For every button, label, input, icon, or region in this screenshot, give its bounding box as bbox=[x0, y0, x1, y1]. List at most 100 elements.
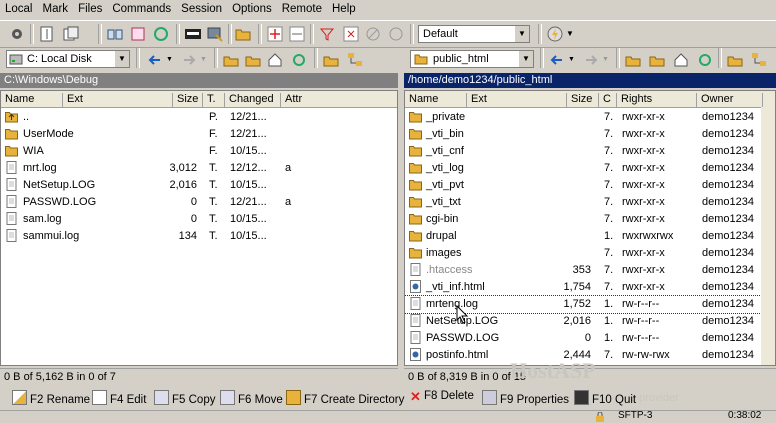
left-file-row[interactable]: NetSetup.LOG 2,016 T. 10/15... bbox=[1, 177, 397, 194]
quit-icon bbox=[574, 390, 589, 405]
f9-properties-button[interactable]: F9 Properties bbox=[482, 390, 569, 406]
left-file-row[interactable]: PASSWD.LOG 0 T. 12/21... a bbox=[1, 194, 397, 211]
chevron-down-icon[interactable]: ▼ bbox=[166, 56, 173, 63]
transfer-settings-icon[interactable] bbox=[234, 25, 252, 43]
chevron-down-icon[interactable]: ▼ bbox=[200, 56, 207, 63]
file-name: _vti_txt bbox=[426, 196, 461, 208]
console-icon[interactable] bbox=[184, 25, 202, 43]
refresh-icon[interactable] bbox=[290, 51, 308, 69]
column-changed[interactable]: Changed bbox=[225, 93, 281, 107]
right-file-row[interactable]: _vti_bin 7. rwxr-xr-x demo1234 bbox=[405, 126, 775, 143]
chevron-down-icon[interactable]: ▼ bbox=[602, 56, 609, 63]
column-rights[interactable]: Rights bbox=[617, 93, 697, 107]
left-file-row[interactable]: .. P. 12/21... bbox=[1, 109, 397, 126]
right-file-row[interactable]: .htaccess 353 7. rwxr-xr-x demo1234 bbox=[405, 262, 775, 279]
forward-arrow-icon[interactable] bbox=[180, 51, 198, 69]
file-rights: rwxr-xr-x bbox=[622, 281, 665, 293]
back-arrow-icon[interactable] bbox=[146, 51, 164, 69]
right-file-row[interactable]: _vti_pvt 7. rwxr-xr-x demo1234 bbox=[405, 177, 775, 194]
open-directory-icon[interactable] bbox=[322, 51, 340, 69]
right-file-row[interactable]: cgi-bin 7. rwxr-xr-x demo1234 bbox=[405, 211, 775, 228]
right-directory-select[interactable]: public_html ▼ bbox=[410, 50, 534, 68]
parent-directory-icon[interactable] bbox=[222, 51, 240, 69]
column-name[interactable]: Name bbox=[1, 93, 63, 107]
menu-session[interactable]: Session bbox=[176, 0, 227, 15]
menu-files[interactable]: Files bbox=[73, 0, 107, 15]
file-rights: rw-rw-rwx bbox=[622, 349, 670, 361]
menu-options[interactable]: Options bbox=[227, 0, 277, 15]
select-minus-icon[interactable] bbox=[288, 25, 306, 43]
chevron-down-icon[interactable]: ▼ bbox=[568, 56, 575, 63]
f5-copy-button[interactable]: F5 Copy bbox=[154, 390, 215, 406]
column-c[interactable]: C bbox=[599, 93, 617, 107]
root-directory-icon[interactable] bbox=[648, 51, 666, 69]
queue-icon[interactable] bbox=[62, 25, 80, 43]
left-file-row[interactable]: sammui.log 134 T. 10/15... bbox=[1, 228, 397, 245]
left-drive-select[interactable]: C: Local Disk ▼ bbox=[6, 50, 130, 68]
chevron-down-icon[interactable]: ▼ bbox=[114, 51, 129, 67]
column-ext[interactable]: Ext bbox=[63, 93, 173, 107]
chevron-down-icon[interactable]: ▼ bbox=[566, 29, 574, 38]
right-file-row[interactable]: _private 7. rwxr-xr-x demo1234 bbox=[405, 109, 775, 126]
home-icon[interactable] bbox=[672, 51, 690, 69]
right-file-row[interactable]: _vti_inf.html 1,754 7. rwxr-xr-x demo1234 bbox=[405, 279, 775, 296]
refresh-icon[interactable] bbox=[152, 25, 170, 43]
right-file-row[interactable]: _vti_cnf 7. rwxr-xr-x demo1234 bbox=[405, 143, 775, 160]
menu-mark[interactable]: Mark bbox=[38, 0, 74, 15]
right-file-row[interactable]: _vti_txt 7. rwxr-xr-x demo1234 bbox=[405, 194, 775, 211]
compare-icon[interactable] bbox=[38, 25, 56, 43]
menu-commands[interactable]: Commands bbox=[107, 0, 176, 15]
column-name[interactable]: Name bbox=[405, 93, 467, 107]
forward-arrow-icon[interactable] bbox=[582, 51, 600, 69]
left-file-row[interactable]: WIA F. 10/15... bbox=[1, 143, 397, 160]
f6-move-button[interactable]: F6 Move bbox=[220, 390, 283, 406]
back-arrow-icon[interactable] bbox=[548, 51, 566, 69]
putty-icon[interactable] bbox=[206, 25, 224, 43]
column-size[interactable]: Size bbox=[567, 93, 599, 107]
left-file-row[interactable]: sam.log 0 T. 10/15... bbox=[1, 211, 397, 228]
root-directory-icon[interactable] bbox=[244, 51, 262, 69]
column-attr[interactable]: Attr bbox=[281, 93, 397, 107]
right-file-row[interactable]: PASSWD.LOG 0 1. rw-r--r-- demo1234 bbox=[405, 330, 775, 347]
left-file-panel[interactable]: Name Ext Size T. Changed Attr .. P. 12/21.… bbox=[0, 90, 398, 366]
sync-browse-icon[interactable] bbox=[106, 25, 124, 43]
column-owner[interactable]: Owner bbox=[697, 93, 763, 107]
synchronize-icon[interactable] bbox=[129, 25, 147, 43]
chevron-down-icon[interactable]: ▼ bbox=[514, 26, 529, 42]
refresh-icon[interactable] bbox=[696, 51, 714, 69]
f4-edit-button[interactable]: F4 Edit bbox=[92, 390, 146, 406]
tree-view-icon[interactable] bbox=[346, 51, 364, 69]
right-file-row[interactable]: drupal 1. rwxrwxrwx demo1234 bbox=[405, 228, 775, 245]
open-directory-icon[interactable] bbox=[726, 51, 744, 69]
parent-directory-icon[interactable] bbox=[624, 51, 642, 69]
clear-selection-icon[interactable] bbox=[364, 25, 382, 43]
f7-create-directory-button[interactable]: F7 Create Directory bbox=[286, 390, 404, 406]
column-size[interactable]: Size bbox=[173, 93, 203, 107]
menu-remote[interactable]: Remote bbox=[277, 0, 327, 15]
filter-icon[interactable] bbox=[318, 25, 336, 43]
restore-selection-icon[interactable] bbox=[387, 25, 405, 43]
home-icon[interactable] bbox=[266, 51, 284, 69]
menu-help[interactable]: Help bbox=[327, 0, 361, 15]
invert-selection-icon[interactable] bbox=[342, 25, 360, 43]
menu-local[interactable]: Local bbox=[0, 0, 38, 15]
tree-view-icon[interactable] bbox=[750, 51, 768, 69]
left-file-row[interactable]: UserMode F. 12/21... bbox=[1, 126, 397, 143]
right-file-row[interactable]: images 7. rwxr-xr-x demo1234 bbox=[405, 245, 775, 262]
transfer-profile-select[interactable]: Default ▼ bbox=[418, 25, 530, 43]
f10-quit-button[interactable]: F10 Quit bbox=[574, 390, 636, 406]
file-name: _vti_cnf bbox=[426, 145, 464, 157]
left-file-row[interactable]: mrt.log 3,012 T. 12/12... a bbox=[1, 160, 397, 177]
file-owner: demo1234 bbox=[702, 179, 754, 191]
session-lightning-icon[interactable] bbox=[546, 25, 564, 43]
right-scrollbar[interactable] bbox=[761, 107, 775, 365]
column-ext[interactable]: Ext bbox=[467, 93, 567, 107]
column-type[interactable]: T. bbox=[203, 93, 225, 107]
select-plus-icon[interactable] bbox=[266, 25, 284, 43]
chevron-down-icon[interactable]: ▼ bbox=[518, 51, 533, 67]
preferences-gear-icon[interactable] bbox=[8, 25, 26, 43]
f2-rename-button[interactable]: F2 Rename bbox=[12, 390, 90, 406]
file-owner: demo1234 bbox=[702, 264, 754, 276]
right-file-row[interactable]: _vti_log 7. rwxr-xr-x demo1234 bbox=[405, 160, 775, 177]
f8-delete-button[interactable]: ✕ F8 Delete bbox=[410, 390, 474, 403]
